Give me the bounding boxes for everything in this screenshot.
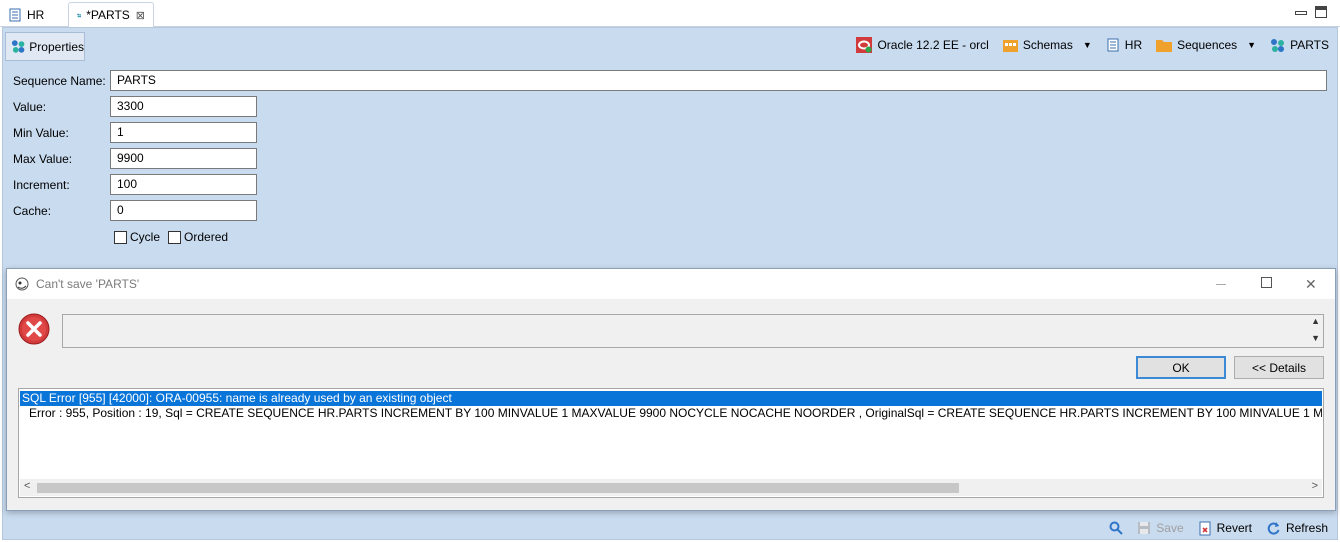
scroll-left-icon[interactable]: < [24, 480, 30, 492]
schemas-label: Schemas [1022, 38, 1073, 52]
save-label: Save [1156, 521, 1184, 535]
cache-label: Cache: [13, 203, 52, 218]
list-item[interactable]: Error : 955, Position : 19, Sql = CREATE… [20, 406, 1322, 421]
connection-selector[interactable]: Oracle 12.2 EE - orcl [856, 37, 989, 53]
refresh-button[interactable]: Refresh [1266, 521, 1328, 536]
tab-parts[interactable]: *PARTS ⊠ [68, 2, 154, 27]
sequences-label: Sequences [1177, 38, 1238, 52]
details-toggle-button[interactable]: << Details [1234, 356, 1324, 379]
revert-button[interactable]: Revert [1198, 521, 1252, 536]
cycle-checkbox[interactable] [114, 230, 127, 244]
schemas-selector[interactable]: Schemas ▼ [1002, 38, 1092, 52]
sequence-name-label: Sequence Name: [13, 73, 106, 88]
revert-icon [1199, 521, 1211, 535]
sequence-icon [11, 40, 25, 53]
tab-hr[interactable]: HR [0, 2, 64, 27]
error-icon [18, 313, 50, 345]
max-value-input[interactable]: 9900 [110, 148, 257, 169]
save-icon [1138, 522, 1151, 534]
scroll-right-icon[interactable]: > [1312, 480, 1318, 492]
list-item[interactable]: SQL Error [955] [42000]: ORA-00955: name… [20, 391, 1322, 406]
ordered-label: Ordered [184, 230, 229, 244]
connection-label: Oracle 12.2 EE - orcl [877, 38, 989, 52]
search-icon [1109, 521, 1123, 535]
value-row: Value: 3300 [13, 96, 257, 117]
dialog-close-button[interactable]: ✕ [1305, 277, 1317, 291]
app-icon [15, 277, 29, 291]
editor-bottom-toolbar: Save Revert Refresh [1095, 519, 1328, 537]
increment-input[interactable]: 100 [110, 174, 257, 195]
error-dialog: Can't save 'PARTS' ✕ ▲ ▼ OK << Details S… [6, 268, 1336, 511]
increment-label: Increment: [13, 177, 70, 192]
cache-input[interactable]: 0 [110, 200, 257, 221]
tab-hr-label: HR [27, 7, 45, 22]
oracle-connection-icon [856, 37, 873, 53]
cache-row: Cache: 0 [13, 200, 257, 221]
ordered-checkbox[interactable] [168, 230, 182, 244]
sequence-label: PARTS [1290, 38, 1329, 52]
chevron-down-icon[interactable]: ▼ [1083, 40, 1092, 50]
cycle-label: Cycle [130, 230, 161, 244]
save-button[interactable]: Save [1137, 521, 1184, 535]
ok-button[interactable]: OK [1136, 356, 1226, 379]
sequence-name-input[interactable]: PARTS [110, 70, 1327, 91]
scrollbar-thumb[interactable] [37, 483, 959, 493]
sequence-options: Cycle Ordered [114, 230, 236, 244]
maximize-view-button[interactable] [1315, 6, 1327, 18]
schema-doc-icon [1107, 38, 1119, 52]
increment-row: Increment: 100 [13, 174, 257, 195]
min-value-row: Min Value: 1 [13, 122, 257, 143]
min-value-label: Min Value: [13, 125, 69, 140]
max-value-label: Max Value: [13, 151, 73, 166]
dialog-title: Can't save 'PARTS' [36, 277, 140, 291]
dialog-title-bar: Can't save 'PARTS' ✕ [7, 269, 1335, 299]
dialog-minimize-button[interactable] [1216, 277, 1228, 291]
tab-properties[interactable]: Properties [5, 32, 85, 61]
scroll-down-icon[interactable]: ▼ [1311, 333, 1320, 343]
schema-label: HR [1124, 38, 1143, 52]
folder-icon [1156, 39, 1173, 52]
editor-tab-bar: HR *PARTS ⊠ [0, 0, 1340, 27]
sequence-icon [1271, 38, 1285, 52]
sequences-selector[interactable]: Sequences ▼ [1156, 38, 1256, 52]
refresh-label: Refresh [1285, 521, 1328, 535]
dialog-maximize-button[interactable] [1261, 277, 1272, 288]
refresh-icon [1267, 521, 1280, 534]
minimize-view-button[interactable] [1294, 6, 1307, 18]
navigation-toolbar: Oracle 12.2 EE - orcl Schemas ▼ HR Seque… [842, 34, 1329, 56]
scroll-up-icon[interactable]: ▲ [1311, 316, 1320, 326]
error-details-list[interactable]: SQL Error [955] [42000]: ORA-00955: name… [18, 388, 1324, 498]
min-value-input[interactable]: 1 [110, 122, 257, 143]
chevron-down-icon[interactable]: ▼ [1247, 40, 1256, 50]
sequence-icon [77, 13, 81, 17]
revert-label: Revert [1216, 521, 1252, 535]
sequence-name-row: Sequence Name: PARTS [13, 70, 1327, 91]
value-input[interactable]: 3300 [110, 96, 257, 117]
error-message-box[interactable]: ▲ ▼ [62, 314, 1324, 348]
tab-properties-label: Properties [29, 39, 84, 54]
max-value-row: Max Value: 9900 [13, 148, 257, 169]
schemas-folder-icon [1002, 39, 1018, 52]
value-label: Value: [13, 99, 47, 114]
tab-parts-label: *PARTS [86, 8, 130, 22]
close-tab-icon[interactable]: ⊠ [136, 9, 145, 22]
search-button[interactable] [1109, 521, 1123, 535]
horizontal-scrollbar[interactable]: < > [20, 479, 1322, 496]
sequence-link[interactable]: PARTS [1270, 38, 1329, 53]
schema-doc-icon [9, 8, 21, 21]
schema-link[interactable]: HR [1106, 38, 1142, 52]
